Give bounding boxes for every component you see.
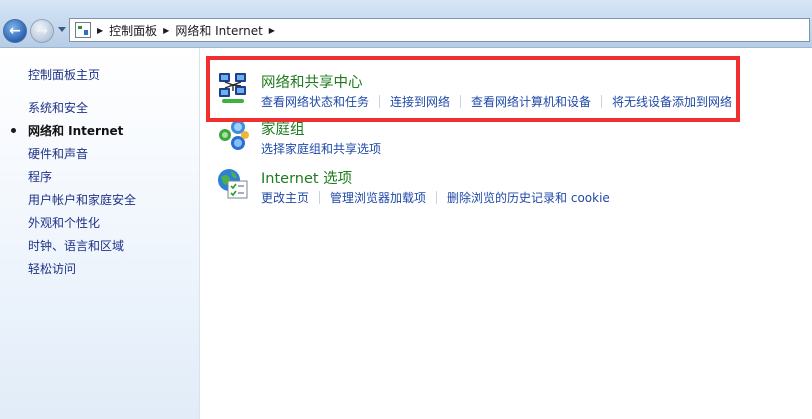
sidebar-item-control-panel-home[interactable]: 控制面板主页 (28, 66, 100, 83)
breadcrumb-control-panel[interactable]: 控制面板 (109, 22, 157, 39)
breadcrumb-network-internet[interactable]: 网络和 Internet (175, 22, 262, 39)
sidebar-item-user-accounts[interactable]: 用户帐户和家庭安全 (28, 191, 136, 208)
homegroup-icon (219, 120, 249, 150)
sidebar-item-network-internet[interactable]: 网络和 Internet (28, 122, 123, 139)
manage-addons-link[interactable]: 管理浏览器加载项 (330, 189, 426, 206)
sidebar-item-programs[interactable]: 程序 (28, 168, 52, 185)
forward-button[interactable]: → (30, 19, 54, 43)
link-divider (436, 191, 438, 204)
sidebar-item-system-security[interactable]: 系统和安全 (28, 99, 88, 116)
active-bullet-icon (11, 128, 16, 133)
sidebar-item-ease-of-access[interactable]: 轻松访问 (28, 260, 76, 277)
internet-options-title[interactable]: Internet 选项 (261, 167, 352, 188)
recent-pages-dropdown[interactable] (58, 27, 66, 32)
back-button[interactable]: ← (3, 19, 27, 43)
breadcrumb-chevron-icon[interactable]: ▶ (163, 26, 169, 35)
control-panel-icon (75, 22, 91, 38)
internet-options-icon (218, 169, 248, 199)
highlight-annotation-box (206, 56, 740, 122)
breadcrumb-chevron-icon[interactable]: ▶ (269, 26, 275, 35)
delete-history-link[interactable]: 删除浏览的历史记录和 cookie (447, 189, 610, 206)
forward-arrow-icon: → (36, 23, 48, 39)
sidebar-item-appearance[interactable]: 外观和个性化 (28, 214, 100, 231)
homegroup-links: 选择家庭组和共享选项 (261, 140, 381, 157)
back-arrow-icon: ← (9, 23, 21, 39)
address-bar[interactable]: ▶ 控制面板 ▶ 网络和 Internet ▶ (69, 18, 810, 42)
sidebar-item-clock-region[interactable]: 时钟、语言和区域 (28, 237, 124, 254)
choose-homegroup-link[interactable]: 选择家庭组和共享选项 (261, 140, 381, 157)
address-bar-region: ← → ▶ 控制面板 ▶ 网络和 Internet ▶ (0, 0, 812, 48)
change-homepage-link[interactable]: 更改主页 (261, 189, 309, 206)
sidebar-item-hardware-sound[interactable]: 硬件和声音 (28, 145, 88, 162)
sidebar: 控制面板主页 系统和安全 网络和 Internet 硬件和声音 程序 用户帐户和… (0, 48, 200, 419)
section-internet-options: Internet 选项 更改主页 管理浏览器加载项 删除浏览的历史记录和 coo… (216, 167, 736, 207)
section-homegroup: 家庭组 选择家庭组和共享选项 (216, 118, 736, 158)
link-divider (319, 191, 321, 204)
breadcrumb-chevron-icon[interactable]: ▶ (97, 26, 103, 35)
internet-options-links: 更改主页 管理浏览器加载项 删除浏览的历史记录和 cookie (261, 189, 610, 206)
